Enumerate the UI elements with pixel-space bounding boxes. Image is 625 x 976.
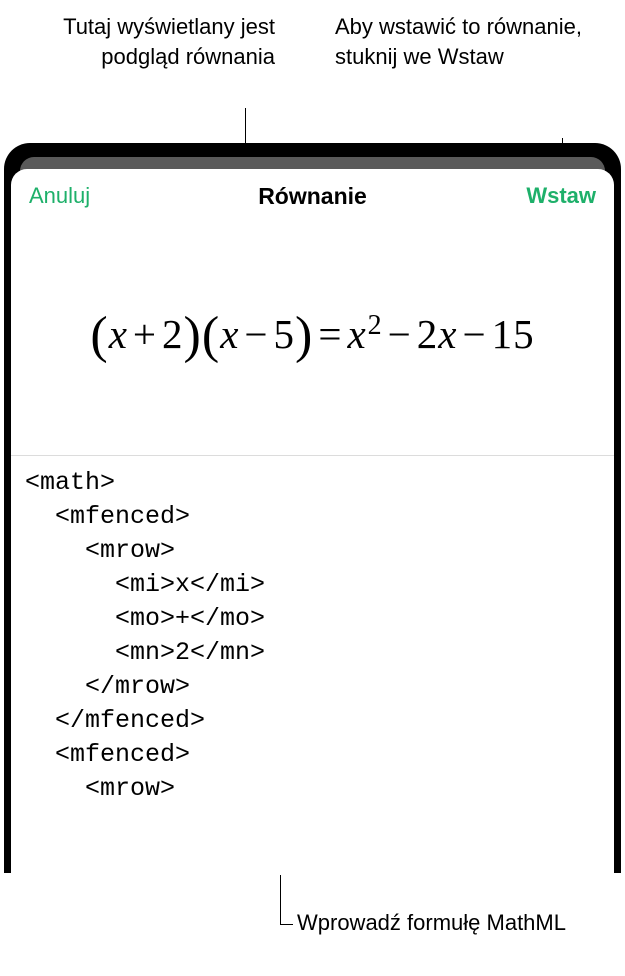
mathml-code-input[interactable]: <math> <mfenced> <mrow> <mi>x</mi> <mo>+…	[11, 455, 614, 873]
number: 2	[417, 311, 439, 357]
plus-operator: +	[133, 311, 157, 357]
minus-operator: −	[244, 311, 268, 357]
superscript: 2	[368, 310, 383, 341]
paren-close: )	[295, 306, 313, 365]
number: 2	[162, 311, 184, 357]
equals-operator: =	[318, 311, 342, 357]
paren-open: (	[202, 306, 220, 365]
number: 15	[492, 311, 535, 357]
callout-formula: Wprowadź formułę MathML	[297, 908, 597, 938]
callout-insert: Aby wstawić to równanie, stuknij we Wsta…	[335, 12, 605, 71]
equation-sheet: Anuluj Równanie Wstaw (x+2)(x−5)=x2−2x−1…	[11, 169, 614, 873]
paren-close: )	[184, 306, 202, 365]
sheet-header: Anuluj Równanie Wstaw	[11, 169, 614, 221]
callout-line	[280, 875, 281, 925]
variable-x: x	[109, 311, 128, 357]
minus-operator: −	[463, 311, 487, 357]
callout-preview: Tutaj wyświetlany jest podgląd równania	[25, 12, 275, 71]
insert-button[interactable]: Wstaw	[526, 183, 596, 209]
variable-x: x	[438, 311, 457, 357]
equation-preview: (x+2)(x−5)=x2−2x−15	[90, 306, 534, 365]
device-frame: Anuluj Równanie Wstaw (x+2)(x−5)=x2−2x−1…	[4, 143, 621, 873]
callout-line	[280, 924, 293, 925]
sheet-title: Równanie	[11, 183, 614, 210]
paren-open: (	[90, 306, 108, 365]
equation-preview-area: (x+2)(x−5)=x2−2x−15	[11, 221, 614, 455]
number: 5	[274, 311, 296, 357]
cancel-button[interactable]: Anuluj	[29, 183, 90, 209]
minus-operator: −	[388, 311, 412, 357]
variable-x: x	[220, 311, 239, 357]
variable-x: x	[347, 311, 366, 357]
